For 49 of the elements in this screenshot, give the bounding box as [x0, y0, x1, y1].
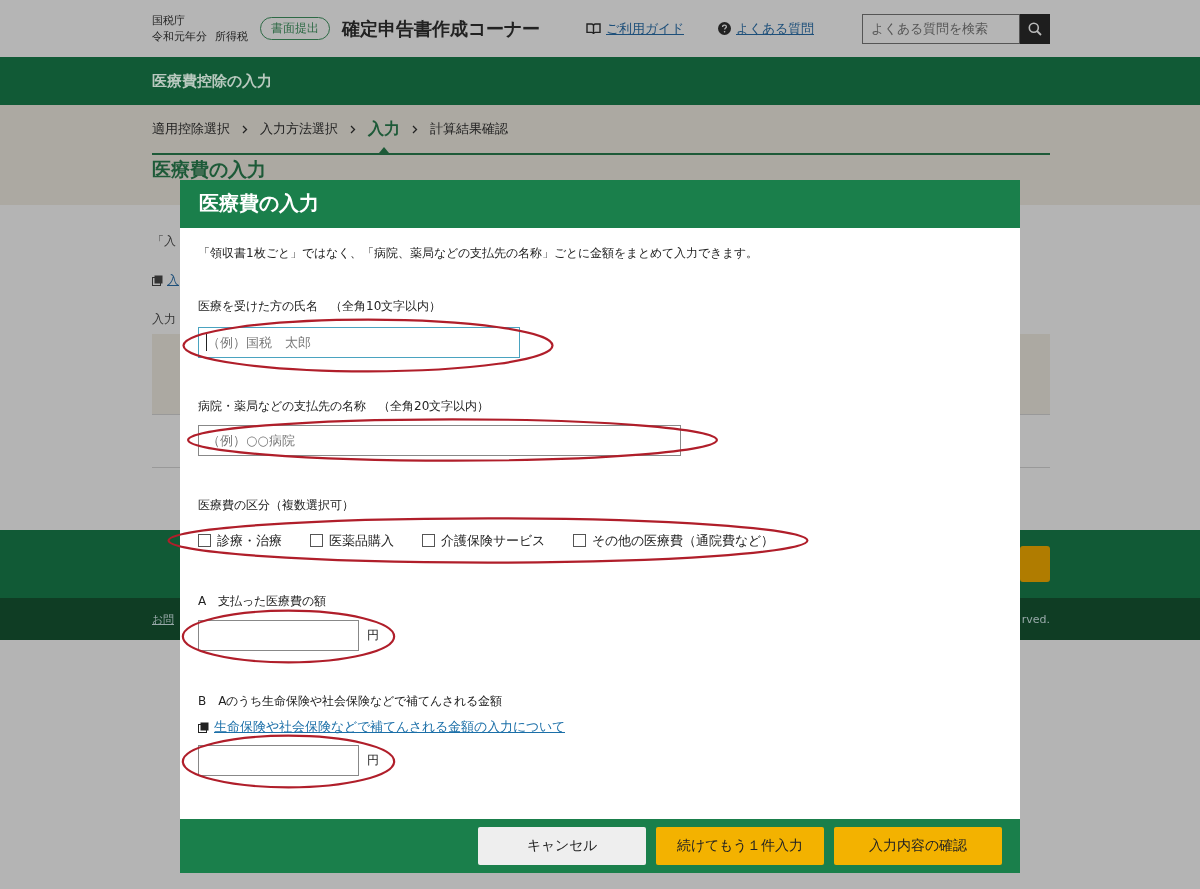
- yen-unit: 円: [367, 751, 379, 769]
- field-label: 病院・薬局などの支払先の名称 （全角20文字以内）: [198, 398, 491, 414]
- dialog-title: 医療費の入力: [199, 190, 319, 218]
- agency-name: 国税庁: [152, 12, 186, 29]
- chevron-icon: [242, 124, 248, 134]
- breadcrumb-step: 適用控除選択: [152, 118, 230, 140]
- breadcrumb-step: 計算結果確認: [430, 118, 508, 140]
- book-icon: [586, 22, 601, 35]
- field-label: 医療費の区分（複数選択可）: [198, 497, 355, 513]
- text-field[interactable]: （例）○○病院: [198, 424, 681, 456]
- category-checkbox[interactable]: 医薬品購入: [310, 532, 394, 548]
- copyright-text: rved.: [1021, 612, 1050, 626]
- chevron-icon: [412, 124, 418, 134]
- category-checkbox[interactable]: 介護保険サービス: [422, 532, 545, 548]
- field-label: 入力: [152, 311, 176, 328]
- site-title: 確定申告書作成コーナー: [342, 16, 540, 41]
- yen-unit: 円: [367, 626, 379, 644]
- breadcrumb-step: 入力方法選択: [260, 118, 338, 140]
- tax-type: 所得税: [215, 28, 248, 45]
- intro-text: 「入: [152, 233, 176, 250]
- help-link[interactable]: 入: [167, 272, 179, 289]
- field-label: A 支払った医療費の額: [198, 593, 328, 609]
- dialog-button[interactable]: 入力内容の確認: [834, 826, 1002, 865]
- header-link[interactable]: ご利用ガイド: [606, 19, 684, 38]
- dialog-description: 「領収書1枚ごと」ではなく、「病院、薬局などの支払先の名称」ごとに金額をまとめて入力できます。: [198, 245, 759, 261]
- search-icon: [1028, 21, 1042, 36]
- header-link[interactable]: よくある質問: [736, 19, 814, 38]
- field-label: 医療を受けた方の氏名 （全角10文字以内）: [198, 298, 443, 314]
- chevron-icon: [350, 124, 356, 134]
- help-icon: [718, 22, 731, 35]
- category-checkbox[interactable]: 診療・治療: [198, 532, 282, 548]
- contact-link[interactable]: お問: [152, 611, 174, 627]
- page-heading: 医療費の入力: [152, 158, 267, 180]
- text-cursor: [206, 333, 207, 351]
- section-title: 医療費控除の入力: [152, 71, 272, 91]
- amount-field[interactable]: [198, 619, 359, 651]
- dialog-button[interactable]: キャンセル: [478, 826, 646, 865]
- breadcrumb-step: 入力: [368, 118, 400, 140]
- new-window-icon: [152, 275, 163, 286]
- dialog-button[interactable]: 続けてもう１件入力: [656, 826, 824, 865]
- amount-field[interactable]: [198, 744, 359, 776]
- search-field[interactable]: よくある質問を検索: [862, 13, 1020, 44]
- new-window-icon: [198, 721, 209, 733]
- text-field[interactable]: （例）国税 太郎: [198, 326, 520, 358]
- field-label: B Aのうち生命保険や社会保険などで補てんされる金額: [198, 693, 504, 709]
- search-button[interactable]: [1020, 13, 1050, 44]
- info-link[interactable]: 生命保険や社会保険などで補てんされる金額の入力について: [214, 718, 565, 737]
- category-checkbox[interactable]: その他の医療費（通院費など）: [573, 532, 774, 548]
- tax-year: 令和元年分: [152, 28, 207, 45]
